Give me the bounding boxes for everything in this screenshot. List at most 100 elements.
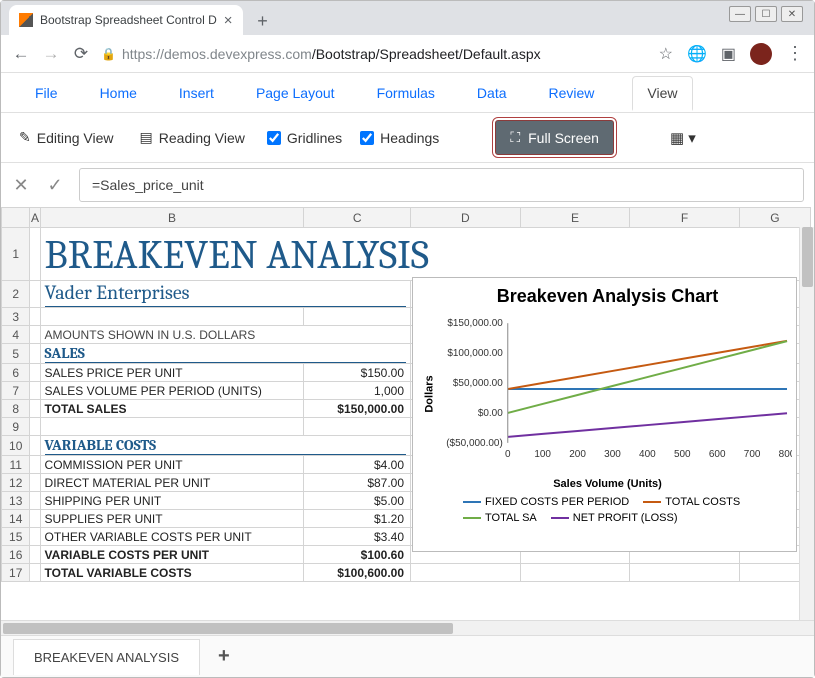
ribbon-tab-page-layout[interactable]: Page Layout [252, 75, 339, 111]
favicon-icon [19, 13, 33, 27]
ribbon-tab-home[interactable]: Home [96, 75, 141, 111]
col-header-e[interactable]: E [520, 208, 630, 228]
cell-c17[interactable]: $100,600.00 [304, 564, 411, 582]
window-maximize-button[interactable]: ☐ [755, 6, 777, 22]
row-header-10[interactable]: 10 [2, 436, 30, 456]
vertical-scrollbar[interactable] [799, 227, 814, 620]
browser-menu-button[interactable]: ⋮ [786, 43, 804, 64]
ribbon-tab-formulas[interactable]: Formulas [373, 75, 439, 111]
reading-view-button[interactable]: ▤ Reading View [136, 123, 249, 152]
cell-b17[interactable]: TOTAL VARIABLE COSTS [40, 564, 304, 582]
ribbon-tab-review[interactable]: Review [545, 75, 599, 111]
full-screen-button[interactable]: ⛶ Full Screen [495, 120, 614, 155]
window-close-button[interactable]: ✕ [781, 6, 803, 22]
subtitle-cell[interactable]: Vader Enterprises [45, 281, 406, 307]
headings-input[interactable] [360, 131, 374, 145]
formula-input[interactable] [79, 168, 804, 202]
cell-c15[interactable]: $3.40 [304, 528, 411, 546]
cell-c16[interactable]: $100.60 [304, 546, 411, 564]
row-header-7[interactable]: 7 [2, 382, 30, 400]
hscroll-thumb[interactable] [3, 623, 453, 634]
add-sheet-button[interactable]: + [210, 645, 238, 668]
row-header-3[interactable]: 3 [2, 308, 30, 326]
extension-globe-icon[interactable]: 🌐 [687, 44, 707, 64]
ribbon-tab-insert[interactable]: Insert [175, 75, 218, 111]
ribbon-tab-file[interactable]: File [31, 75, 62, 111]
new-tab-button[interactable]: + [249, 7, 277, 35]
cell-c14[interactable]: $1.20 [304, 510, 411, 528]
cell-b7[interactable]: SALES VOLUME PER PERIOD (UNITS) [40, 382, 304, 400]
row-header-6[interactable]: 6 [2, 364, 30, 382]
window-minimize-button[interactable]: — [729, 6, 751, 22]
sheet-tab-active[interactable]: BREAKEVEN ANALYSIS [13, 639, 200, 675]
ribbon-tab-data[interactable]: Data [473, 75, 511, 111]
star-icon[interactable]: ☆ [659, 44, 673, 64]
formula-cancel-button[interactable]: ✕ [11, 175, 31, 196]
fullscreen-icon: ⛶ [510, 129, 520, 146]
col-header-c[interactable]: C [304, 208, 411, 228]
cell-b16[interactable]: VARIABLE COSTS PER UNIT [40, 546, 304, 564]
embedded-chart[interactable]: Breakeven Analysis Chart Dollars ($50,00… [412, 277, 797, 552]
row-header-17[interactable]: 17 [2, 564, 30, 582]
browser-tab[interactable]: Bootstrap Spreadsheet Control D × [9, 5, 243, 35]
horizontal-scrollbar[interactable] [1, 620, 814, 635]
section-variable[interactable]: VARIABLE COSTS [45, 436, 406, 455]
cell-b6[interactable]: SALES PRICE PER UNIT [40, 364, 304, 382]
back-button[interactable]: ← [11, 44, 31, 64]
col-header-g[interactable]: G [739, 208, 810, 228]
row-header-2[interactable]: 2 [2, 281, 30, 308]
row-header-15[interactable]: 15 [2, 528, 30, 546]
view-grid-dropdown[interactable]: ▦ ▾ [670, 129, 696, 147]
row-header-1[interactable]: 1 [2, 228, 30, 281]
cell-b12[interactable]: DIRECT MATERIAL PER UNIT [40, 474, 304, 492]
url-field[interactable]: 🔒 https://demos.devexpress.com/Bootstrap… [101, 46, 649, 62]
cell-c7[interactable]: 1,000 [304, 382, 411, 400]
col-header-b[interactable]: B [40, 208, 304, 228]
row-header-13[interactable]: 13 [2, 492, 30, 510]
extension-box-icon[interactable]: ▣ [721, 44, 736, 64]
cell-b8[interactable]: TOTAL SALES [40, 400, 304, 418]
reload-button[interactable]: ⟳ [71, 44, 91, 64]
vscroll-thumb[interactable] [802, 227, 813, 287]
svg-text:0: 0 [505, 449, 511, 460]
cell-b11[interactable]: COMMISSION PER UNIT [40, 456, 304, 474]
col-header-d[interactable]: D [411, 208, 521, 228]
section-sales[interactable]: SALES [45, 344, 406, 363]
gridlines-checkbox[interactable]: Gridlines [267, 130, 342, 146]
chart-xlabel: Sales Volume (Units) [423, 478, 792, 490]
row-header-4[interactable]: 4 [2, 326, 30, 344]
cell-b13[interactable]: SHIPPING PER UNIT [40, 492, 304, 510]
profile-avatar[interactable] [750, 43, 772, 65]
spreadsheet-grid[interactable]: A B C D E F G 1 BREAKEVEN ANALYSIS 2 Vad… [1, 207, 814, 620]
formula-accept-button[interactable]: ✓ [45, 175, 65, 196]
cell-b14[interactable]: SUPPLIES PER UNIT [40, 510, 304, 528]
row-header-16[interactable]: 16 [2, 546, 30, 564]
row-header-5[interactable]: 5 [2, 344, 30, 364]
col-header-f[interactable]: F [630, 208, 740, 228]
tab-close-icon[interactable]: × [224, 13, 233, 28]
cell-c13[interactable]: $5.00 [304, 492, 411, 510]
row-header-12[interactable]: 12 [2, 474, 30, 492]
col-header-a[interactable]: A [30, 208, 40, 228]
row-header-8[interactable]: 8 [2, 400, 30, 418]
cell-c6[interactable]: $150.00 [304, 364, 411, 382]
editing-view-label: Editing View [37, 130, 114, 146]
editing-view-button[interactable]: ✎ Editing View [15, 123, 118, 152]
ribbon-tab-view[interactable]: View [632, 76, 692, 111]
gridlines-input[interactable] [267, 131, 281, 145]
select-all-corner[interactable] [2, 208, 30, 228]
row-header-9[interactable]: 9 [2, 418, 30, 436]
browser-tab-title: Bootstrap Spreadsheet Control D [40, 13, 217, 27]
title-cell[interactable]: BREAKEVEN ANALYSIS [45, 228, 806, 280]
row-header-14[interactable]: 14 [2, 510, 30, 528]
cell-c11[interactable]: $4.00 [304, 456, 411, 474]
cell-b15[interactable]: OTHER VARIABLE COSTS PER UNIT [40, 528, 304, 546]
headings-checkbox[interactable]: Headings [360, 130, 439, 146]
chart-ylabel: Dollars [424, 375, 436, 412]
note-cell[interactable]: AMOUNTS SHOWN IN U.S. DOLLARS [40, 326, 410, 344]
cell-c12[interactable]: $87.00 [304, 474, 411, 492]
row-header-11[interactable]: 11 [2, 456, 30, 474]
cell-c8[interactable]: $150,000.00 [304, 400, 411, 418]
svg-text:$100,000.00: $100,000.00 [447, 348, 503, 359]
address-bar: ← → ⟳ 🔒 https://demos.devexpress.com/Boo… [1, 35, 814, 73]
